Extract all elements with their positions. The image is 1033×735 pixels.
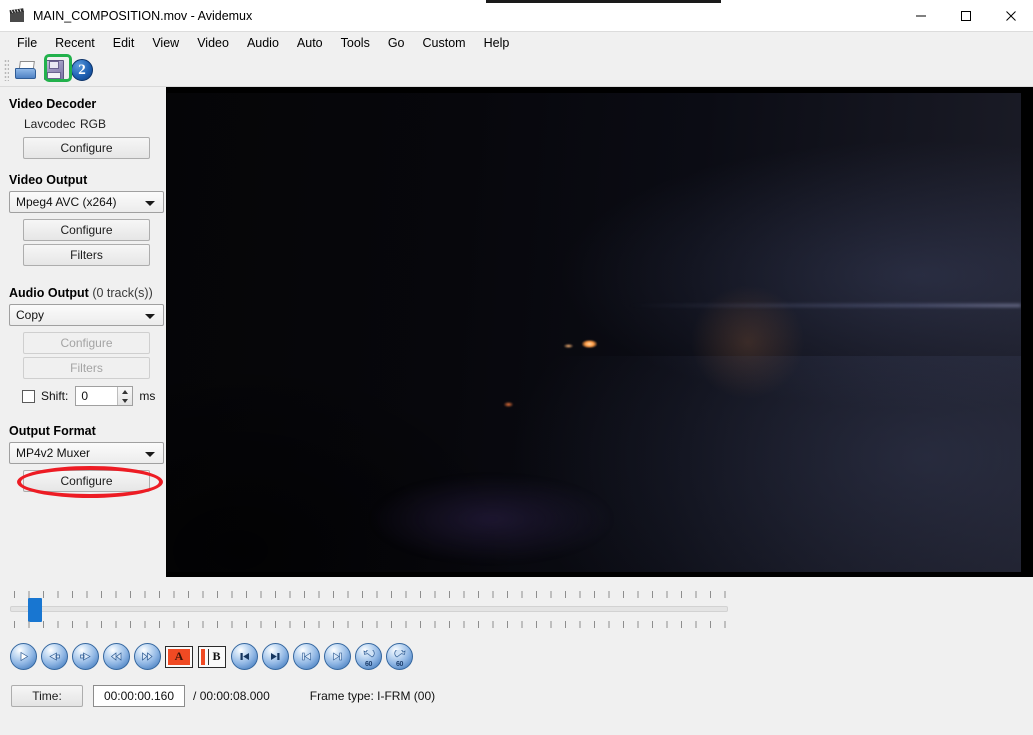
audio-output-heading: Audio Output (0 track(s)): [9, 286, 166, 300]
stepper-buttons[interactable]: [117, 387, 133, 405]
stepper-down-icon[interactable]: [118, 396, 132, 405]
marker-b-button-label: B: [212, 649, 221, 663]
save-floppy-icon: [44, 60, 64, 80]
duration-value: 00:00:08.000: [199, 689, 270, 703]
open-file-icon: [15, 61, 37, 79]
toolbar-grip[interactable]: [4, 59, 9, 81]
set-marker-b-button[interactable]: B: [198, 645, 226, 668]
close-icon[interactable]: [988, 0, 1033, 32]
preview-light-lower: [504, 401, 514, 407]
forward-60-seconds-button[interactable]: 60: [386, 643, 413, 670]
video-preview-frame[interactable]: [167, 93, 1021, 572]
decoder-codec-value: Lavcodec: [24, 117, 76, 131]
back-60-label: 60: [365, 661, 372, 668]
menu-bar: File Recent Edit View Video Audio Auto T…: [0, 32, 1033, 54]
go-to-start-button[interactable]: [293, 643, 320, 670]
audio-output-mode-select[interactable]: Copy: [9, 304, 164, 326]
next-frame-button[interactable]: [72, 643, 99, 670]
output-format-configure-button[interactable]: Configure: [23, 470, 150, 492]
audio-track-count: (0 track(s)): [92, 286, 153, 300]
video-output-configure-button[interactable]: Configure: [23, 219, 150, 241]
video-output-filters-button[interactable]: Filters: [23, 244, 150, 266]
decoder-colorspace-value: RGB: [80, 117, 107, 131]
rewind-button[interactable]: [103, 643, 130, 670]
window-controls: [898, 0, 1033, 32]
preview-light-main: [582, 339, 598, 348]
settings-sidebar: Video Decoder Lavcodec RGB Configure Vid…: [0, 87, 166, 577]
minimize-icon[interactable]: [898, 0, 943, 32]
playback-button-row: A B 60 60: [10, 643, 417, 670]
chevron-down-icon: [145, 314, 155, 319]
current-time-field[interactable]: 00:00:00.160: [93, 685, 185, 707]
chevron-down-icon: [145, 452, 155, 457]
duration-separator: /: [193, 689, 197, 703]
output-format-heading: Output Format: [9, 424, 96, 438]
audio-shift-label: Shift:: [41, 389, 69, 403]
audio-shift-checkbox[interactable]: [22, 389, 35, 403]
video-decoder-configure-button[interactable]: Configure: [23, 137, 150, 159]
menu-edit[interactable]: Edit: [104, 34, 144, 53]
audio-output-title: Audio Output: [9, 286, 89, 300]
menu-auto[interactable]: Auto: [288, 34, 332, 53]
forward-60-label: 60: [396, 661, 403, 668]
menu-help[interactable]: Help: [475, 34, 519, 53]
timeline-thumb[interactable]: [28, 598, 42, 622]
menu-audio[interactable]: Audio: [238, 34, 288, 53]
timeline-ticks-bottom: [14, 621, 726, 628]
audio-shift-row: Shift: 0 ms: [22, 386, 166, 406]
capture-artifact: [486, 0, 721, 3]
window-title: MAIN_COMPOSITION.mov - Avidemux: [33, 9, 253, 23]
stepper-up-icon[interactable]: [118, 387, 132, 396]
menu-file[interactable]: File: [8, 34, 46, 53]
menu-custom[interactable]: Custom: [414, 34, 475, 53]
go-to-previous-keyframe-button[interactable]: [231, 643, 258, 670]
video-output-codec-value: Mpeg4 AVC (x264): [16, 195, 117, 209]
set-marker-a-button[interactable]: A: [165, 645, 193, 668]
save-file-button[interactable]: [40, 57, 68, 84]
preview-purple-haze: [371, 476, 612, 563]
preview-horizon-streak: [628, 303, 1021, 307]
timeline-groove[interactable]: [10, 606, 728, 612]
forward-button[interactable]: [134, 643, 161, 670]
maximize-icon[interactable]: [943, 0, 988, 32]
video-decoder-info: Lavcodec RGB: [0, 117, 166, 131]
chevron-down-icon: [145, 201, 155, 206]
annotation-badge-2: 2: [71, 59, 93, 81]
audio-shift-unit: ms: [139, 389, 156, 403]
time-button[interactable]: Time:: [11, 685, 83, 707]
audio-output-filters-button: Filters: [23, 357, 150, 379]
audio-output-configure-button: Configure: [23, 332, 150, 354]
audio-shift-stepper[interactable]: 0: [75, 386, 134, 406]
timeline-ticks-top: [14, 591, 726, 598]
preview-light-small: [564, 344, 574, 349]
tool-bar: 2: [0, 54, 1033, 87]
previous-frame-button[interactable]: [41, 643, 68, 670]
video-decoder-heading: Video Decoder: [9, 97, 97, 111]
go-to-next-keyframe-button[interactable]: [262, 643, 289, 670]
menu-go[interactable]: Go: [379, 34, 414, 53]
total-duration: / 00:00:08.000: [193, 689, 270, 703]
video-output-heading: Video Output: [9, 173, 88, 187]
output-format-muxer-value: MP4v2 Muxer: [16, 446, 91, 460]
audio-shift-value: 0: [81, 389, 89, 403]
film-clapper-icon: [8, 7, 26, 25]
output-format-muxer-select[interactable]: MP4v2 Muxer: [9, 442, 164, 464]
time-row: Time: 00:00:00.160 / 00:00:08.000 Frame …: [11, 685, 435, 707]
title-bar: MAIN_COMPOSITION.mov - Avidemux: [0, 0, 1033, 32]
video-output-codec-select[interactable]: Mpeg4 AVC (x264): [9, 191, 164, 213]
marker-a-button-label: A: [174, 649, 184, 663]
timeline-slider[interactable]: [10, 591, 728, 635]
frame-type-label: Frame type: I-FRM (00): [309, 689, 436, 703]
menu-recent[interactable]: Recent: [46, 34, 104, 53]
open-file-button[interactable]: [12, 57, 40, 84]
menu-video[interactable]: Video: [188, 34, 238, 53]
audio-output-mode-value: Copy: [16, 308, 45, 322]
menu-tools[interactable]: Tools: [332, 34, 379, 53]
back-60-seconds-button[interactable]: 60: [355, 643, 382, 670]
video-preview-container[interactable]: [166, 87, 1033, 577]
go-to-end-button[interactable]: [324, 643, 351, 670]
avidemux-window: MAIN_COMPOSITION.mov - Avidemux File Rec…: [0, 0, 1033, 735]
play-button[interactable]: [10, 643, 37, 670]
menu-view[interactable]: View: [143, 34, 188, 53]
